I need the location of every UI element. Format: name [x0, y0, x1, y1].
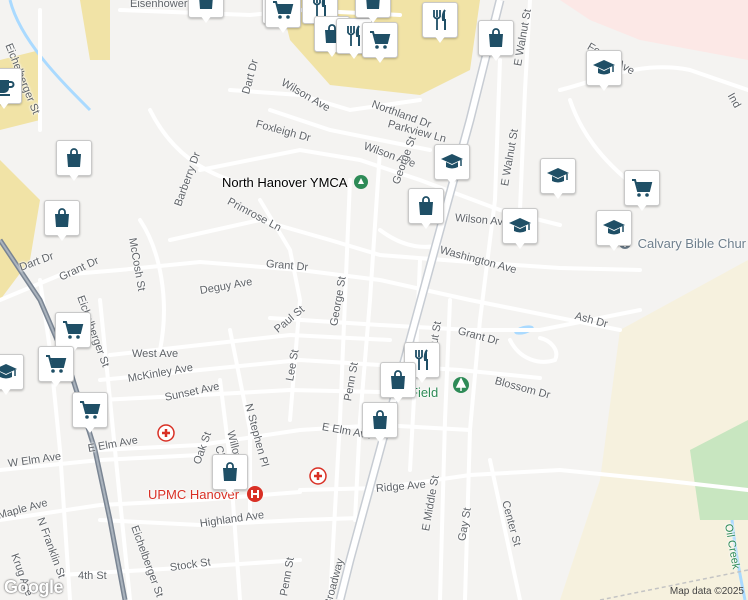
map-marker-shopping-cart[interactable]: [624, 170, 660, 214]
marker-tip: [636, 203, 648, 211]
marker-tip: [416, 375, 428, 383]
shopping-bag-icon: [55, 208, 69, 227]
poi-label-ymca[interactable]: North Hanover YMCA: [222, 174, 369, 190]
medical-poi-icon[interactable]: [309, 467, 327, 485]
marker-tip: [420, 221, 432, 229]
shopping-bag-icon: [366, 0, 380, 9]
shopping-cart-icon: [80, 401, 101, 419]
built-area-strip: [80, 0, 110, 60]
marker-tip: [277, 25, 289, 33]
shopping-bag-icon: [199, 0, 213, 9]
school-icon: [603, 220, 625, 235]
map-marker-school[interactable]: [596, 210, 632, 254]
marker-tip: [224, 487, 236, 495]
shopping-cart-icon: [46, 355, 67, 373]
marker-tip: [490, 53, 502, 61]
google-logo[interactable]: Google: [4, 577, 64, 598]
shopping-cart-icon: [273, 1, 294, 19]
map-marker-coffee[interactable]: [0, 68, 22, 112]
marker-tip: [84, 425, 96, 433]
marker-tip: [50, 379, 62, 387]
map-marker-shopping-bag[interactable]: [380, 362, 416, 406]
map-marker-shopping-bag[interactable]: [355, 0, 391, 26]
marker-tip: [200, 15, 212, 23]
map-marker-shopping-bag[interactable]: [44, 200, 80, 244]
map-marker-shopping-bag[interactable]: [188, 0, 224, 26]
map-base: [0, 0, 748, 600]
school-icon: [593, 60, 615, 75]
shopping-cart-icon: [370, 31, 391, 49]
park-poi-icon[interactable]: [452, 376, 470, 394]
shopping-bag-icon: [67, 148, 81, 167]
school-icon: [441, 154, 463, 169]
coffee-icon: [0, 80, 15, 96]
medical-poi-icon[interactable]: [157, 424, 175, 442]
marker-tip: [348, 51, 360, 59]
shopping-bag-icon: [373, 410, 387, 429]
map-marker-shopping-bag[interactable]: [212, 454, 248, 498]
shopping-bag-icon: [223, 462, 237, 481]
map-marker-shopping-cart[interactable]: [72, 392, 108, 436]
marker-tip: [608, 243, 620, 251]
map-marker-school[interactable]: [434, 144, 470, 188]
marker-tip: [514, 241, 526, 249]
marker-tip: [367, 15, 379, 23]
map-marker-shopping-bag[interactable]: [362, 402, 398, 446]
school-icon: [0, 364, 17, 379]
marker-tip: [446, 177, 458, 185]
shopping-bag-icon: [391, 370, 405, 389]
poi-label-calvary[interactable]: Calvary Bible Chur: [618, 236, 746, 251]
marker-tip: [68, 173, 80, 181]
map-marker-shopping-bag[interactable]: [56, 140, 92, 184]
map-marker-shopping-cart[interactable]: [265, 0, 301, 36]
marker-tip: [0, 101, 10, 109]
hospital-icon: [246, 486, 263, 502]
map-canvas[interactable]: Eisenhower Eichelberger St Wilson Ave Dart …: [0, 0, 748, 600]
marker-tip: [434, 35, 446, 43]
map-marker-school[interactable]: [0, 354, 24, 398]
school-icon: [509, 218, 531, 233]
ymca-icon: [354, 175, 369, 189]
marker-tip: [56, 233, 68, 241]
marker-tip: [0, 387, 12, 395]
map-marker-school[interactable]: [586, 50, 622, 94]
marker-tip: [598, 83, 610, 91]
open-area-east: [560, 260, 748, 600]
map-marker-shopping-bag[interactable]: [478, 20, 514, 64]
shopping-bag-icon: [489, 28, 503, 47]
map-marker-shopping-cart[interactable]: [38, 346, 74, 390]
map-marker-restaurant[interactable]: [422, 2, 458, 46]
restaurant-icon: [433, 9, 446, 30]
school-icon: [547, 168, 569, 183]
shopping-cart-icon: [63, 321, 84, 339]
marker-tip: [374, 435, 386, 443]
shopping-bag-icon: [419, 196, 433, 215]
map-marker-shopping-cart[interactable]: [362, 22, 398, 66]
shopping-cart-icon: [632, 179, 653, 197]
marker-tip: [374, 55, 386, 63]
marker-tip: [552, 191, 564, 199]
built-area-west: [0, 160, 40, 300]
map-marker-school[interactable]: [502, 208, 538, 252]
map-marker-shopping-bag[interactable]: [408, 188, 444, 232]
map-attribution[interactable]: Map data ©2025: [670, 586, 744, 597]
map-marker-school[interactable]: [540, 158, 576, 202]
